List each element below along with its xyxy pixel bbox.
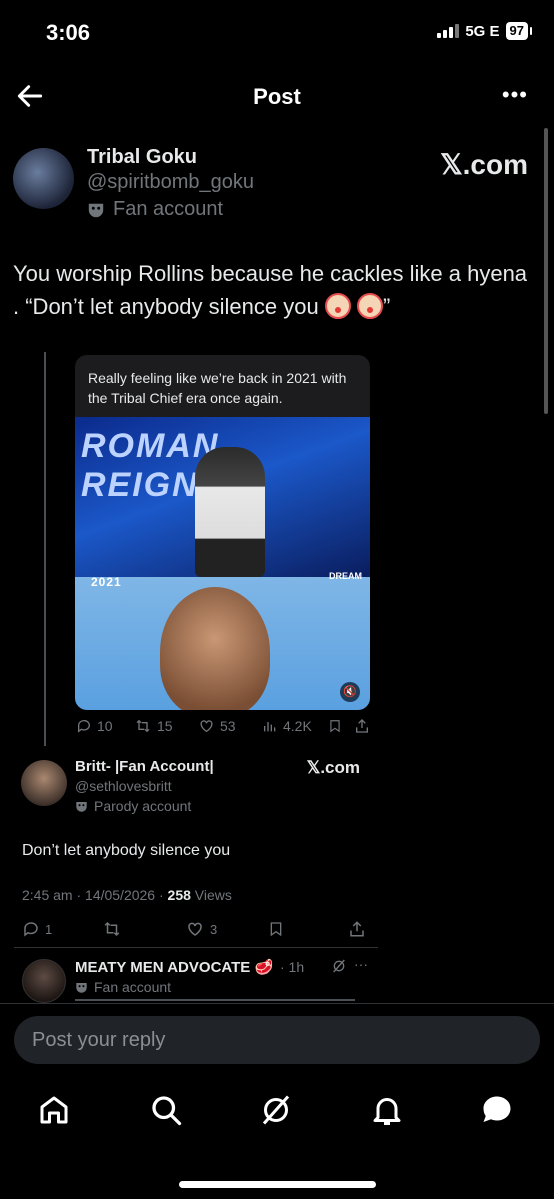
- embedded-media[interactable]: Really feeling like we’re back in 2021 w…: [75, 355, 370, 710]
- clown-emoji: [324, 293, 351, 319]
- views-icon: [264, 722, 276, 732]
- repost-icon: [104, 921, 120, 937]
- third-fan-badge: Fan account: [75, 979, 171, 995]
- reply-views-label: Views: [190, 887, 232, 903]
- views-button[interactable]: 4.2K: [262, 718, 312, 734]
- embed-caption: Really feeling like we’re back in 2021 w…: [88, 370, 347, 406]
- fan-account-badge: Fan account: [87, 198, 223, 221]
- repost-icon: [136, 719, 150, 733]
- author-handle[interactable]: @spiritbomb_goku: [87, 171, 254, 194]
- reply-views-count: 258: [167, 887, 191, 903]
- clown-emoji: [356, 293, 383, 319]
- reply-count: 10: [97, 718, 113, 734]
- grok-icon[interactable]: [331, 958, 347, 974]
- xcom-watermark: 𝕏.com: [440, 149, 528, 180]
- repost-count: 15: [157, 718, 173, 734]
- year-label: 2021: [91, 575, 122, 589]
- reply-badge-label: Parody account: [94, 798, 192, 814]
- reply-author-avatar[interactable]: [21, 760, 67, 806]
- status-indicators: 5G E 97: [437, 22, 533, 40]
- author-name[interactable]: Tribal Goku: [87, 146, 197, 169]
- network-label: 5G E: [465, 22, 500, 40]
- media-image-bottom: [75, 577, 370, 710]
- mute-icon[interactable]: 🔇: [340, 682, 360, 702]
- post-header: Post •••: [0, 70, 554, 126]
- third-badge-label: Fan account: [94, 979, 172, 995]
- search-icon[interactable]: [148, 1092, 184, 1128]
- like-icon: [200, 720, 213, 733]
- bookmark-icon[interactable]: [268, 920, 284, 938]
- reply-button[interactable]: 1: [22, 920, 52, 938]
- xcom-watermark-reply: 𝕏.com: [306, 758, 360, 777]
- notifications-icon[interactable]: [369, 1092, 405, 1128]
- battery-icon: 97: [505, 22, 533, 40]
- reply-author-handle[interactable]: @sethlovesbritt: [75, 778, 172, 794]
- divider: [14, 947, 378, 948]
- mask-icon: [76, 801, 87, 812]
- like-icon: [188, 922, 202, 936]
- reply-action-bar: 1 3: [22, 920, 372, 940]
- post-body: You worship Rollins because he cackles l…: [13, 261, 528, 319]
- more-icon[interactable]: •••: [502, 82, 528, 108]
- reply-count: 1: [45, 921, 53, 937]
- reply-text: Don’t let anybody silence you: [22, 842, 231, 859]
- reply-input[interactable]: Post your reply: [14, 1016, 540, 1064]
- messages-icon[interactable]: [479, 1092, 515, 1128]
- page-title: Post: [253, 84, 301, 109]
- status-bar: 3:06 5G E 97: [0, 0, 554, 70]
- reply-icon: [77, 720, 90, 733]
- reply-button[interactable]: 10: [76, 718, 113, 734]
- home-icon[interactable]: [36, 1092, 72, 1128]
- quoted-action-bar: 10 15 53 4.2K: [76, 718, 376, 738]
- badge-label: Fan account: [113, 198, 224, 220]
- mask-icon: [76, 982, 87, 993]
- share-icon[interactable]: [348, 920, 366, 938]
- third-author-avatar[interactable]: [22, 959, 66, 1003]
- author-avatar[interactable]: [13, 148, 74, 209]
- like-button[interactable]: 53: [198, 718, 236, 734]
- mask-icon: [88, 203, 104, 217]
- post-text-end: ”: [382, 294, 391, 319]
- reply-author-name[interactable]: Britt- |Fan Account|: [75, 758, 214, 775]
- media-image-top: ROMAN REIGNS: [75, 417, 370, 577]
- views-count: 4.2K: [283, 718, 312, 734]
- face-image: [160, 587, 270, 710]
- signal-icon: [437, 24, 460, 38]
- compose-bar: Post your reply: [0, 1003, 554, 1078]
- like-count: 53: [220, 718, 236, 734]
- scrollbar[interactable]: [544, 128, 548, 414]
- repost-button[interactable]: 15: [134, 718, 173, 734]
- status-time: 3:06: [46, 20, 91, 45]
- third-more-icon[interactable]: ···: [354, 956, 368, 972]
- third-author-name[interactable]: MEATY MEN ADVOCATE 🥩: [75, 958, 273, 976]
- share-icon[interactable]: [354, 718, 370, 734]
- parody-account-badge: Parody account: [75, 798, 191, 814]
- reply-metadata: 2:45 am · 14/05/2026 · 258 Views: [22, 887, 232, 903]
- like-button[interactable]: 3: [185, 920, 217, 938]
- like-count: 3: [210, 921, 218, 937]
- third-timestamp: · 1h: [280, 959, 305, 975]
- reply-timestamp: 2:45 am · 14/05/2026 ·: [22, 887, 168, 903]
- dream-label: DREAM: [329, 571, 362, 581]
- thread-line: [44, 352, 46, 746]
- post-text: You worship Rollins because he cackles l…: [13, 257, 533, 323]
- wrestler-figure: [195, 447, 265, 577]
- grok-icon[interactable]: [258, 1092, 294, 1128]
- home-indicator: [179, 1181, 376, 1188]
- bottom-tab-bar: [0, 1078, 554, 1199]
- bookmark-icon[interactable]: [328, 718, 342, 734]
- repost-button[interactable]: [102, 920, 122, 938]
- reply-icon: [24, 922, 38, 937]
